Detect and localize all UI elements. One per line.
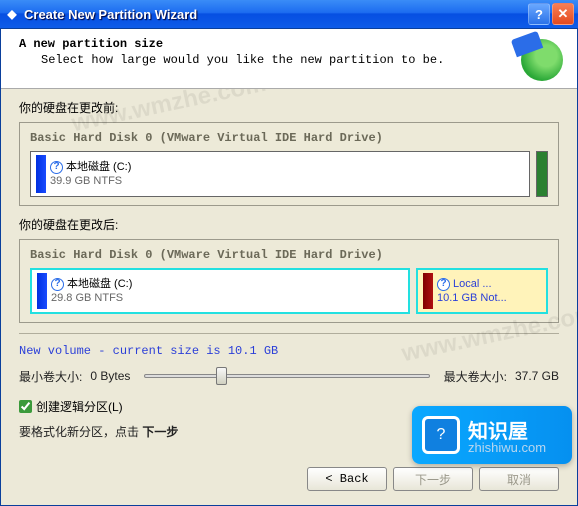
wizard-header: A new partition size Select how large wo… (1, 29, 577, 89)
divider (19, 333, 559, 334)
before-panel: Basic Hard Disk 0 (VMware Virtual IDE Ha… (19, 122, 559, 206)
logical-partition-checkbox[interactable] (19, 400, 32, 413)
partition-bar-icon (36, 155, 46, 193)
watermark-url: zhishiwu.com (468, 440, 546, 455)
help-icon: ? (50, 161, 63, 174)
partition-name: 本地磁盘 (C:) (66, 160, 131, 174)
titlebar: ◆ Create New Partition Wizard ? ✕ (0, 0, 578, 28)
partition-size: 29.8 GB NTFS (51, 291, 132, 305)
disk-title-after: Basic Hard Disk 0 (VMware Virtual IDE Ha… (30, 248, 548, 262)
site-watermark: ? 知识屋 zhishiwu.com (412, 406, 572, 464)
next-button[interactable]: 下一步 (393, 467, 473, 491)
partition-c-after[interactable]: ?本地磁盘 (C:) 29.8 GB NTFS (30, 268, 410, 314)
back-button[interactable]: < Back (307, 467, 387, 491)
max-size-label: 最大卷大小: (444, 368, 507, 385)
wizard-icon (521, 39, 563, 81)
partition-new[interactable]: ?Local ... 10.1 GB Not... (416, 268, 548, 314)
close-button[interactable]: ✕ (552, 3, 574, 25)
partition-size: 39.9 GB NTFS (50, 174, 131, 188)
after-label: 你的硬盘在更改后: (19, 216, 559, 233)
disk-title-before: Basic Hard Disk 0 (VMware Virtual IDE Ha… (30, 131, 548, 145)
slider-thumb[interactable] (216, 367, 227, 385)
help-icon: ? (437, 278, 450, 291)
watermark-icon: ? (422, 416, 460, 454)
new-volume-label: New volume - current size is 10.1 GB (19, 344, 559, 358)
window-title: Create New Partition Wizard (24, 7, 526, 22)
help-button[interactable]: ? (528, 3, 550, 25)
partition-name: Local ... (453, 277, 492, 291)
size-slider[interactable] (144, 366, 429, 386)
before-label: 你的硬盘在更改前: (19, 99, 559, 116)
partition-name: 本地磁盘 (C:) (67, 277, 132, 291)
disk-endcap (536, 151, 548, 197)
wizard-footer: < Back 下一步 取消 (1, 457, 577, 505)
logical-partition-label[interactable]: 创建逻辑分区(L) (36, 398, 123, 415)
cancel-button[interactable]: 取消 (479, 467, 559, 491)
partition-bar-icon (423, 273, 433, 309)
partition-size: 10.1 GB Not... (437, 291, 507, 305)
partition-bar-icon (37, 273, 47, 309)
app-icon: ◆ (4, 6, 20, 22)
max-size-value: 37.7 GB (515, 369, 559, 383)
page-title: A new partition size (19, 37, 559, 51)
after-panel: Basic Hard Disk 0 (VMware Virtual IDE Ha… (19, 239, 559, 323)
help-icon: ? (51, 278, 64, 291)
page-subtitle: Select how large would you like the new … (41, 53, 559, 67)
min-size-value: 0 Bytes (90, 369, 130, 383)
min-size-label: 最小卷大小: (19, 368, 82, 385)
partition-c-before[interactable]: ?本地磁盘 (C:) 39.9 GB NTFS (30, 151, 530, 197)
